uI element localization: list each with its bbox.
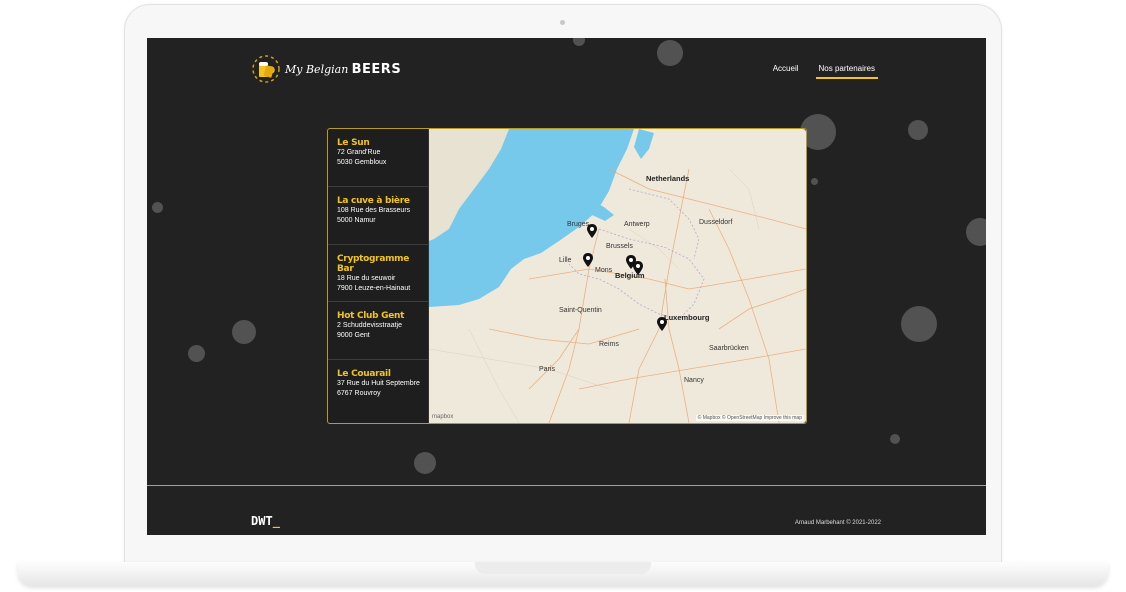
screen: My Belgian BEERS Accueil Nos partenaires… (147, 38, 986, 535)
beer-mug-icon (251, 54, 281, 84)
list-item[interactable]: Cryptogramme Bar 18 Rue du seuwoir 7900 … (328, 245, 428, 303)
logo-script: My Belgian (285, 62, 349, 76)
map-label-dusseldorf: Dusseldorf (699, 219, 733, 226)
map-label-mons: Mons (595, 267, 613, 274)
list-item[interactable]: Le Sun 72 Grand'Rue 5030 Gembloux (328, 129, 428, 187)
nav-nos-partenaires[interactable]: Nos partenaires (815, 64, 878, 79)
partners-list: Le Sun 72 Grand'Rue 5030 Gembloux La cuv… (328, 129, 429, 423)
list-item[interactable]: La cuve à bière 108 Rue des Brasseurs 50… (328, 187, 428, 245)
camera-dot (560, 20, 565, 25)
partner-city: 7900 Leuze-en-Hainaut (337, 284, 411, 292)
partner-city: 5000 Namur (337, 216, 376, 224)
map-label-saint-quentin: Saint-Quentin (559, 307, 602, 314)
logo-bold: BEERS (351, 61, 402, 77)
footer: DWT_ Arnaud Marbehant © 2021-2022 (147, 485, 986, 535)
bubble (152, 202, 163, 213)
partner-name: Le Sun (337, 138, 370, 148)
map-marker-cryptogramme-bar[interactable] (583, 253, 593, 267)
footer-logo-text: DWT (251, 514, 273, 528)
bubble (890, 434, 900, 444)
laptop-notch (475, 562, 651, 574)
partners-map[interactable]: Netherlands Belgium Luxembourg Brussels … (429, 129, 806, 423)
partners-panel: Le Sun 72 Grand'Rue 5030 Gembloux La cuv… (327, 128, 807, 424)
map-label-netherlands: Netherlands (646, 174, 690, 183)
logo-text: My Belgian BEERS (285, 62, 401, 77)
map-label-antwerp: Antwerp (624, 221, 650, 228)
map-marker-le-couarail[interactable] (657, 317, 667, 331)
partner-name: Le Couarail (337, 369, 391, 380)
partner-street: 18 Rue du seuwoir (337, 274, 396, 282)
map-label-lille: Lille (559, 257, 572, 264)
partner-street: 37 Rue du Huit Septembre (337, 380, 420, 388)
partner-name: La cuve à bière (337, 195, 410, 206)
partner-street: 72 Grand'Rue (337, 149, 381, 156)
map-label-bruges: Bruges (567, 221, 590, 228)
map-label-saarbrucken: Saarbrücken (709, 345, 749, 352)
bubble (188, 345, 205, 362)
bubble (901, 306, 937, 342)
map-marker-la-cuve-a-biere[interactable] (633, 261, 643, 275)
partner-city: 6767 Rouvroy (337, 390, 381, 398)
bubble (908, 120, 928, 140)
bubble (414, 452, 436, 474)
partner-street: 2 Schuddevisstraatje (337, 322, 402, 330)
footer-logo-cursor: _ (272, 514, 280, 528)
list-item[interactable]: Le Couarail 37 Rue du Huit Septembre 676… (328, 360, 428, 418)
list-item[interactable]: Hot Club Gent 2 Schuddevisstraatje 9000 … (328, 302, 428, 361)
bubble (966, 218, 986, 246)
site-logo[interactable]: My Belgian BEERS (251, 52, 401, 86)
partner-city: 5030 Gembloux (337, 159, 387, 166)
bubble (573, 38, 585, 46)
main-nav: Accueil Nos partenaires (770, 64, 878, 79)
nav-accueil[interactable]: Accueil (770, 64, 802, 79)
partner-name: Cryptogramme Bar (337, 253, 410, 274)
bubble (657, 40, 683, 66)
map-label-nancy: Nancy (684, 377, 704, 384)
map-label-reims: Reims (599, 341, 619, 348)
map-label-luxembourg: Luxembourg (664, 313, 710, 322)
partner-name: Hot Club Gent (337, 311, 405, 322)
map-label-brussels: Brussels (606, 243, 633, 250)
bubble (232, 320, 256, 344)
bubble (811, 178, 818, 185)
mapbox-logo[interactable]: mapbox (432, 414, 453, 420)
map-label-paris: Paris (539, 366, 555, 373)
partner-city: 9000 Gent (337, 332, 370, 340)
partner-street: 108 Rue des Brasseurs (337, 206, 411, 214)
footer-copyright: Arnaud Marbehant © 2021-2022 (794, 520, 881, 526)
map-attribution[interactable]: © Mapbox © OpenStreetMap Improve this ma… (695, 415, 804, 421)
map-marker-hot-club-gent[interactable] (587, 224, 597, 238)
footer-logo[interactable]: DWT_ (251, 514, 280, 528)
